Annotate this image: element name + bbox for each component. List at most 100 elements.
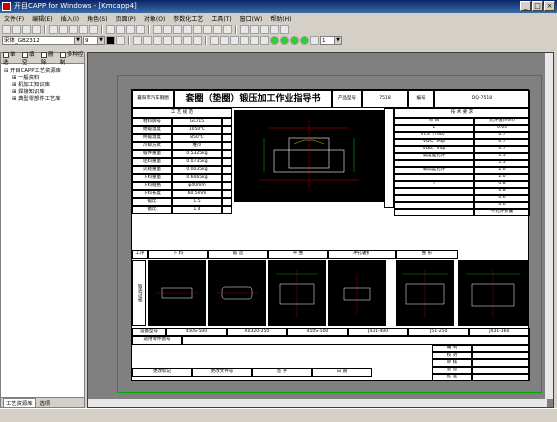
text-icon[interactable] <box>163 25 172 34</box>
step-image-cutting <box>148 260 206 326</box>
page-combo[interactable]: 1 ▼ <box>320 36 342 45</box>
menu-page[interactable]: 页面(P) <box>116 14 136 23</box>
redo-icon[interactable] <box>89 25 98 34</box>
param-flag <box>222 142 232 150</box>
tree-item[interactable]: ⊞ 焊接知识库 <box>4 89 81 96</box>
param-name: 下料规格 <box>132 182 172 190</box>
tech-name: 项 目 <box>394 118 474 125</box>
check-icon[interactable] <box>260 25 269 34</box>
fill-check[interactable]: 填空 <box>21 50 37 66</box>
sign-right: 批 准 <box>432 373 472 381</box>
font-combo[interactable]: 宋体_GB2312 ▼ <box>2 36 82 45</box>
zoom-window-icon[interactable] <box>173 36 182 45</box>
menu-edit[interactable]: 编辑(E) <box>32 14 52 23</box>
toolbar-standard <box>0 24 557 35</box>
query-icon[interactable] <box>270 25 279 34</box>
print-icon[interactable] <box>32 25 41 34</box>
tree-item[interactable]: ⊞ 典型零部件工艺库 <box>4 96 81 103</box>
tree-root[interactable]: ⊟ 开目CAPP工艺资源库 <box>4 68 81 75</box>
param-value: 0.0735kg <box>172 158 222 166</box>
tab-options[interactable]: 选项 <box>38 399 53 407</box>
align-left-icon[interactable] <box>133 36 142 45</box>
help-icon[interactable] <box>280 25 289 34</box>
minimize-button[interactable]: _ <box>520 1 531 11</box>
table-icon[interactable] <box>153 25 162 34</box>
zoom-in-icon[interactable] <box>106 25 115 34</box>
tree-item[interactable]: ⊞ 一般资料 <box>4 75 81 82</box>
sign-label: 签 字 <box>252 368 312 377</box>
ortho-icon[interactable] <box>230 36 239 45</box>
dim-icon[interactable] <box>223 25 232 34</box>
arc-icon[interactable] <box>213 25 222 34</box>
pan-icon[interactable] <box>136 25 145 34</box>
symbol-icon[interactable] <box>173 25 182 34</box>
layer-icon[interactable] <box>240 25 249 34</box>
menu-role[interactable]: 角色(S) <box>87 14 108 23</box>
attr-icon[interactable] <box>250 25 259 34</box>
color-icon[interactable] <box>106 36 115 45</box>
menu-file[interactable]: 文件(F) <box>4 14 24 23</box>
tech-name: T <box>394 181 474 188</box>
undo-icon[interactable] <box>79 25 88 34</box>
param-flag <box>222 190 232 198</box>
tech-name: VCS（70b） <box>394 132 474 139</box>
horizontal-scrollbar[interactable] <box>88 399 547 407</box>
circle-icon[interactable] <box>203 25 212 34</box>
part-no: 7518 <box>362 90 408 108</box>
image-icon[interactable] <box>260 36 269 45</box>
resource-pane-tabs: 工艺资源库 选项 <box>1 397 84 408</box>
bold-icon[interactable] <box>116 36 125 45</box>
menu-window[interactable]: 窗口(W) <box>240 14 263 23</box>
tech-name: VDs、Vdp <box>394 139 474 146</box>
param-flag <box>222 134 232 142</box>
form-icon[interactable] <box>250 36 259 45</box>
menu-object[interactable]: 对象(O) <box>144 14 165 23</box>
size-combo[interactable]: 9 ▼ <box>83 36 105 45</box>
param-name: 终锻温度 <box>132 134 172 142</box>
green-dot-icon[interactable] <box>300 36 309 45</box>
param-flag <box>222 182 232 190</box>
menu-tools[interactable]: 工具(T) <box>211 14 231 23</box>
tab-resource[interactable]: 工艺资源库 <box>3 397 36 408</box>
green-dot-icon[interactable] <box>270 36 279 45</box>
vertical-scrollbar[interactable] <box>545 53 553 399</box>
menu-param[interactable]: 参数化工艺 <box>173 14 203 23</box>
menu-insert[interactable]: 插入(I) <box>61 14 79 23</box>
tech-name: L <box>394 125 474 132</box>
copy-icon[interactable] <box>59 25 68 34</box>
multi-control-check[interactable]: 多种控制 <box>59 50 84 66</box>
sign-blank <box>472 359 530 367</box>
single-select-check[interactable]: 单选 <box>3 50 18 66</box>
save-icon[interactable] <box>22 25 31 34</box>
resource-pane-header: 单选 填空 删除 多种控制 <box>1 50 84 66</box>
zoom-all-icon[interactable] <box>183 36 192 45</box>
green-dot-icon[interactable] <box>290 36 299 45</box>
sign-right: 校 对 <box>432 352 472 360</box>
new-icon[interactable] <box>2 25 11 34</box>
refresh-icon[interactable] <box>193 36 202 45</box>
paste-icon[interactable] <box>69 25 78 34</box>
snap-icon[interactable] <box>220 36 229 45</box>
grid-icon[interactable] <box>210 36 219 45</box>
search-icon[interactable] <box>163 36 172 45</box>
prev-page-icon[interactable] <box>310 36 319 45</box>
step-image-upsetting <box>208 260 266 326</box>
line-icon[interactable] <box>183 25 192 34</box>
zoom-out-icon[interactable] <box>116 25 125 34</box>
align-right-icon[interactable] <box>153 36 162 45</box>
green-dot-icon[interactable] <box>280 36 289 45</box>
tree-item[interactable]: ⊞ 机加工知识库 <box>4 82 81 89</box>
zoom-fit-icon[interactable] <box>126 25 135 34</box>
cut-icon[interactable] <box>49 25 58 34</box>
rect-icon[interactable] <box>193 25 202 34</box>
delete-check[interactable]: 删除 <box>40 50 56 66</box>
sheet-icon[interactable] <box>240 36 249 45</box>
tech-header: 技 术 要 求 <box>394 108 530 118</box>
open-icon[interactable] <box>12 25 21 34</box>
close-button[interactable]: × <box>544 1 555 11</box>
maximize-button[interactable]: □ <box>532 1 543 11</box>
side-label: 锻造过程 <box>132 260 146 326</box>
menu-help[interactable]: 帮助(H) <box>270 14 291 23</box>
align-center-icon[interactable] <box>143 36 152 45</box>
param-name: 始锻温度 <box>132 126 172 134</box>
